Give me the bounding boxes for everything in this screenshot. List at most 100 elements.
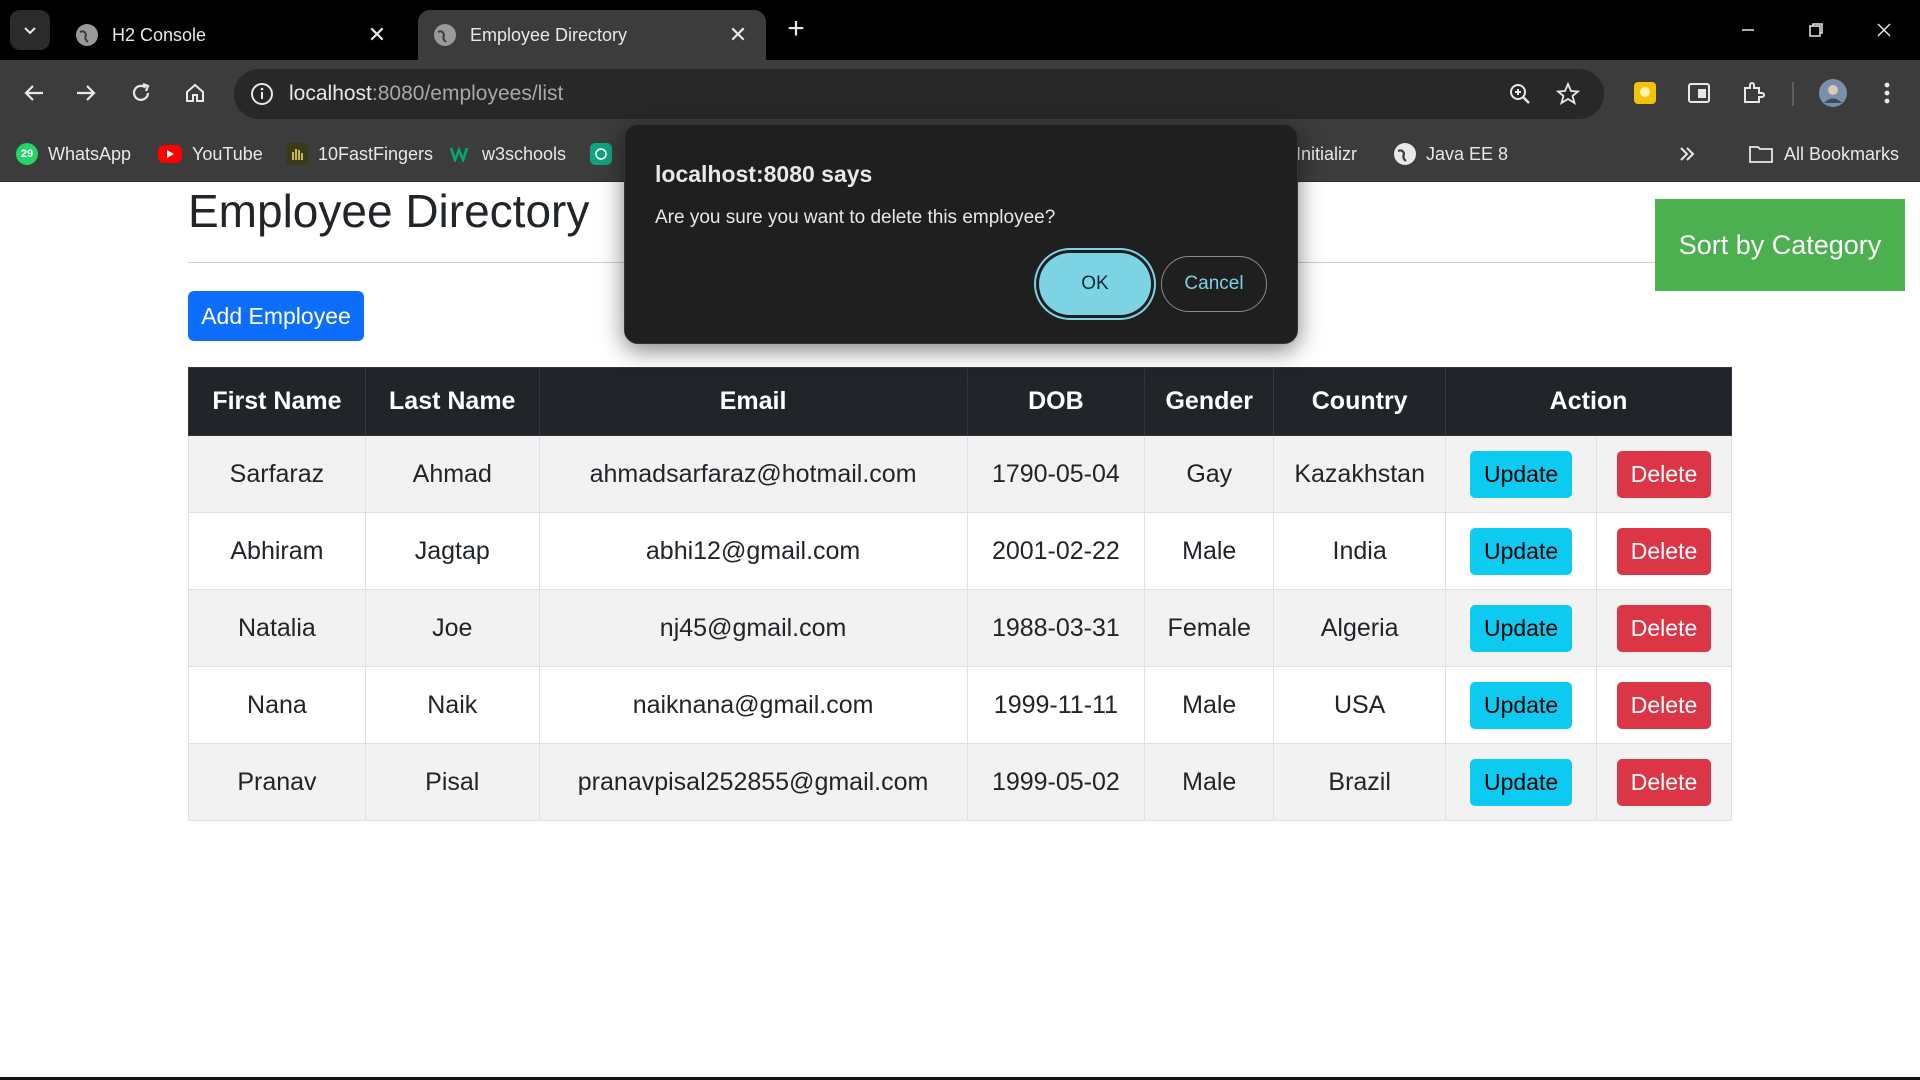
- bookmark-chatgpt[interactable]: [590, 140, 622, 168]
- delete-button[interactable]: Delete: [1616, 450, 1712, 498]
- delete-button[interactable]: Delete: [1616, 681, 1712, 729]
- update-cell: Update: [1445, 666, 1598, 744]
- update-button[interactable]: Update: [1469, 758, 1573, 806]
- back-button[interactable]: [14, 73, 54, 113]
- delete-button[interactable]: Delete: [1616, 604, 1712, 652]
- bookmark-label: w3schools: [482, 143, 567, 164]
- table-row: Pranav Pisal pranavpisal252855@gmail.com…: [188, 743, 1732, 821]
- minimize-button[interactable]: [1728, 12, 1768, 48]
- employee-table: First Name Last Name Email DOB Gender Co…: [188, 367, 1732, 821]
- address-bar[interactable]: localhost:8080/employees/list: [234, 69, 1604, 119]
- reload-button[interactable]: [121, 73, 161, 113]
- cancel-button[interactable]: Cancel: [1161, 256, 1267, 312]
- kebab-menu-icon[interactable]: [1872, 78, 1902, 108]
- arrow-left-icon: [24, 85, 43, 101]
- sidebar-icon[interactable]: [1684, 78, 1714, 108]
- country-cell: Algeria: [1273, 589, 1447, 667]
- tab-title: Employee Directory: [470, 24, 628, 45]
- column-header: DOB: [966, 367, 1146, 436]
- whatsapp-icon: 29: [16, 143, 38, 165]
- table-row: Abhiram Jagtap abhi12@gmail.com 2001-02-…: [188, 512, 1732, 590]
- site-info-icon[interactable]: [248, 80, 276, 108]
- globe-icon: [434, 24, 456, 46]
- first-name-cell: Nana: [188, 666, 366, 744]
- dob-cell: 1999-05-02: [966, 743, 1146, 821]
- gender-cell: Female: [1144, 589, 1275, 667]
- bookmark-label: Initializr: [1296, 143, 1358, 164]
- country-cell: USA: [1273, 666, 1447, 744]
- url-text[interactable]: localhost:8080/employees/list: [289, 82, 563, 106]
- dob-cell: 1999-11-11: [966, 666, 1146, 744]
- w3schools-icon: [450, 143, 472, 165]
- restore-icon: [1809, 23, 1823, 37]
- extension-yellow-icon[interactable]: [1630, 78, 1660, 108]
- delete-cell: Delete: [1596, 743, 1732, 821]
- first-name-cell: Sarfaraz: [188, 435, 366, 513]
- column-header: Last Name: [364, 367, 540, 436]
- 10fastfingers-icon: [286, 143, 308, 165]
- update-button[interactable]: Update: [1469, 527, 1573, 575]
- tab-employee-directory[interactable]: Employee Directory ✕: [418, 10, 766, 60]
- column-header: Email: [538, 367, 968, 436]
- add-employee-button[interactable]: Add Employee: [188, 291, 364, 341]
- bookmark-label: 10FastFingers: [318, 143, 434, 164]
- close-icon[interactable]: ✕: [365, 22, 389, 47]
- tab-title: H2 Console: [112, 24, 207, 45]
- update-button[interactable]: Update: [1469, 604, 1573, 652]
- delete-cell: Delete: [1596, 589, 1732, 667]
- zoom-icon[interactable]: [1506, 80, 1534, 108]
- page-title: Employee Directory: [188, 185, 590, 237]
- first-name-cell: Pranav: [188, 743, 366, 821]
- arrow-right-icon: [77, 85, 96, 101]
- forward-button[interactable]: [66, 73, 106, 113]
- first-name-cell: Natalia: [188, 589, 366, 667]
- email-cell: abhi12@gmail.com: [538, 512, 968, 590]
- bookmark-w3schools[interactable]: w3schools: [450, 140, 566, 168]
- profile-avatar[interactable]: [1818, 78, 1848, 108]
- all-bookmarks-folder[interactable]: All Bookmarks: [1748, 140, 1899, 168]
- tab-strip: H2 Console ✕ Employee Directory ✕ +: [0, 0, 1920, 60]
- close-icon[interactable]: ✕: [726, 22, 750, 47]
- sort-by-category-button[interactable]: Sort by Category: [1655, 199, 1905, 291]
- update-button[interactable]: Update: [1469, 450, 1573, 498]
- email-cell: nj45@gmail.com: [538, 589, 968, 667]
- email-cell: naiknana@gmail.com: [538, 666, 968, 744]
- bookmark-10fastfingers[interactable]: 10FastFingers: [286, 140, 433, 168]
- table-row: Sarfaraz Ahmad ahmadsarfaraz@hotmail.com…: [188, 435, 1732, 513]
- url-host: localhost: [289, 82, 372, 105]
- bookmark-spring-initializr[interactable]: Initializr: [1296, 140, 1357, 168]
- bookmark-label: Java EE 8: [1426, 143, 1509, 164]
- close-window-button[interactable]: [1864, 12, 1904, 48]
- dob-cell: 1790-05-04: [966, 435, 1146, 513]
- restore-button[interactable]: [1796, 12, 1836, 48]
- table-row: Nana Naik naiknana@gmail.com 1999-11-11 …: [188, 666, 1732, 744]
- youtube-icon: [158, 145, 182, 163]
- dialog-title: localhost:8080 says: [655, 161, 873, 187]
- email-cell: pranavpisal252855@gmail.com: [538, 743, 968, 821]
- home-icon: [186, 83, 204, 102]
- chevron-double-right-icon: [1680, 147, 1695, 161]
- chatgpt-icon: [590, 143, 612, 165]
- ok-button[interactable]: OK: [1039, 253, 1151, 315]
- more-bookmarks-button[interactable]: [1678, 140, 1696, 168]
- country-cell: India: [1273, 512, 1447, 590]
- table-header-row: First Name Last Name Email DOB Gender Co…: [188, 367, 1732, 436]
- bookmark-youtube[interactable]: YouTube: [158, 140, 263, 168]
- minimize-icon: [1742, 29, 1754, 31]
- extensions-puzzle-icon[interactable]: [1738, 78, 1768, 108]
- tab-search-button[interactable]: [10, 10, 50, 50]
- delete-button[interactable]: Delete: [1616, 758, 1712, 806]
- bookmark-star-icon[interactable]: [1554, 80, 1582, 108]
- tab-h2-console[interactable]: H2 Console ✕: [60, 10, 405, 60]
- delete-button[interactable]: Delete: [1616, 527, 1712, 575]
- bookmark-whatsapp[interactable]: 29 WhatsApp: [16, 140, 131, 168]
- gender-cell: Male: [1144, 666, 1275, 744]
- last-name-cell: Naik: [364, 666, 540, 744]
- update-cell: Update: [1445, 435, 1598, 513]
- bookmark-java-ee-8[interactable]: Java EE 8: [1394, 140, 1508, 168]
- column-header: First Name: [188, 367, 366, 436]
- update-cell: Update: [1445, 512, 1598, 590]
- home-button[interactable]: [175, 73, 215, 113]
- new-tab-button[interactable]: +: [780, 14, 812, 46]
- update-button[interactable]: Update: [1469, 681, 1573, 729]
